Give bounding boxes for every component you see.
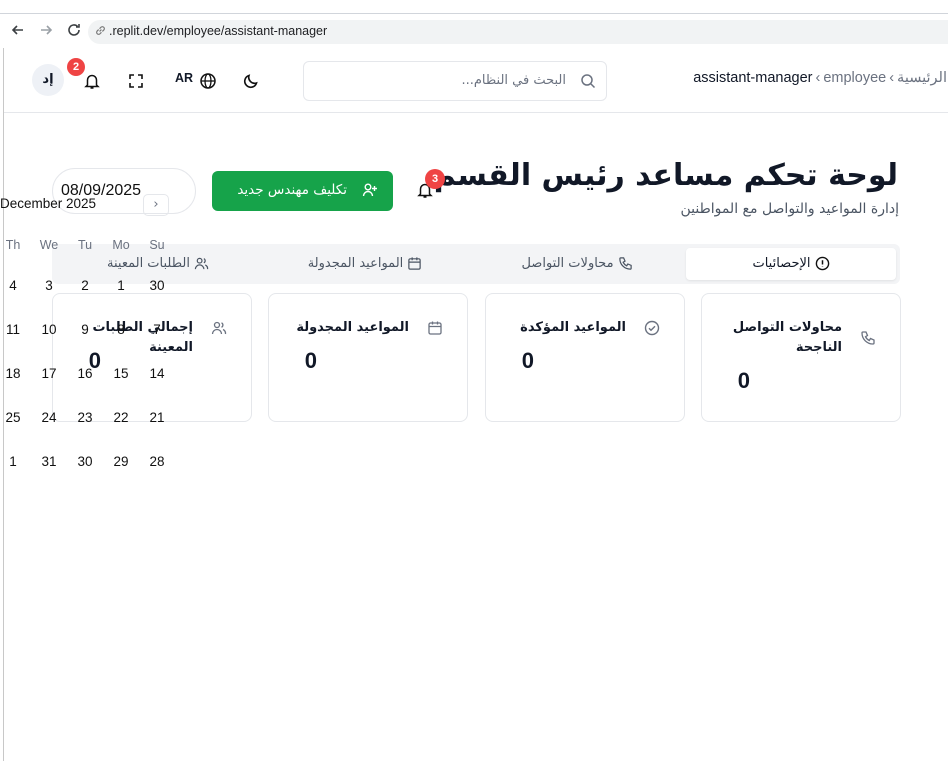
card-value: 0	[521, 348, 534, 373]
assign-engineer-label: تكليف مهندس جديد	[237, 182, 347, 198]
reload-icon[interactable]	[65, 22, 83, 40]
calendar-day[interactable]: 9	[70, 322, 100, 337]
stat-card-total-assigned: إجمالي الطلبات المعينة 0	[52, 293, 252, 422]
url-text: .replit.dev/employee/assistant-manager	[109, 24, 328, 38]
fullscreen-icon[interactable]	[127, 72, 145, 90]
assign-engineer-button[interactable]: تكليف مهندس جديد	[212, 171, 393, 211]
phone-icon	[860, 330, 876, 346]
moon-icon[interactable]	[242, 72, 260, 90]
weekday-label: Tu	[77, 238, 93, 252]
calendar-day[interactable]: 31	[34, 454, 64, 469]
tab-scheduled-appointments[interactable]: المواعيد المجدولة	[260, 248, 470, 280]
calendar-day[interactable]: 1	[106, 278, 136, 293]
users-icon	[194, 257, 209, 270]
calendar-day[interactable]: 10	[34, 322, 64, 337]
weekday-label: We	[39, 238, 59, 252]
calendar-day[interactable]: 2	[70, 278, 100, 293]
check-circle-icon	[644, 320, 660, 336]
app-window: assistant-manager ‹ employee ‹ الرئيسية البح…	[0, 48, 948, 761]
calendar-icon	[408, 257, 422, 270]
calendar-day[interactable]: 3	[34, 278, 64, 293]
link-icon	[94, 24, 108, 38]
forward-arrow-icon[interactable]	[37, 22, 55, 40]
breadcrumb-employee[interactable]: employee	[823, 70, 886, 86]
alert-circle-icon	[815, 256, 829, 271]
chevron-left-icon: ‹	[889, 70, 895, 86]
tab-statistics-label: الإحصائيات	[752, 256, 811, 271]
card-title: محاولات التواصل الناجحة	[732, 320, 842, 355]
calendar-month-label: December 2025	[0, 196, 97, 211]
search-input[interactable]: البحث في النظام...	[303, 61, 607, 101]
tab-statistics[interactable]: الإحصائيات	[686, 248, 896, 280]
tabs-list: الإحصائيات محاولات التواصل المواعيد المج…	[52, 244, 900, 284]
app-header: assistant-manager ‹ employee ‹ الرئيسية البح…	[4, 48, 948, 113]
back-arrow-icon[interactable]	[9, 22, 27, 40]
language-toggle[interactable]: AR	[175, 71, 193, 85]
tab-assigned-requests[interactable]: الطلبات المعينة	[58, 248, 258, 280]
avatar[interactable]: إد	[32, 64, 64, 96]
calendar-icon	[427, 320, 443, 336]
address-bar[interactable]: .replit.dev/employee/assistant-manager	[88, 20, 948, 44]
calendar-day[interactable]: 22	[106, 410, 136, 425]
browser-toolbar: .replit.dev/employee/assistant-manager	[0, 13, 948, 48]
chevron-left-icon: ‹	[815, 70, 821, 86]
calendar-day[interactable]: 8	[106, 322, 136, 337]
calendar-day[interactable]: 15	[106, 366, 136, 381]
tab-contact-attempts[interactable]: محاولات التواصل	[472, 248, 682, 280]
calendar-day[interactable]: 18	[0, 366, 28, 381]
calendar-day[interactable]: 17	[34, 366, 64, 381]
search-icon	[580, 73, 596, 89]
weekday-label: Mo	[112, 238, 130, 252]
tab-scheduled-appointments-label: المواعيد المجدولة	[307, 256, 404, 271]
alerts-badge: 3	[425, 169, 445, 189]
chevron-right-icon[interactable]: ›	[143, 194, 169, 216]
users-icon	[211, 320, 227, 336]
calendar-day[interactable]: 29	[106, 454, 136, 469]
breadcrumb-current: assistant-manager	[693, 70, 813, 86]
breadcrumb-home[interactable]: الرئيسية	[897, 70, 947, 86]
card-value: 0	[304, 348, 317, 373]
calendar-day[interactable]: 25	[0, 410, 28, 425]
calendar-day[interactable]: 1	[0, 454, 28, 469]
calendar-day[interactable]: 28	[142, 454, 172, 469]
calendar-day[interactable]: 21	[142, 410, 172, 425]
card-title: المواعيد المؤكدة	[520, 320, 626, 335]
weekday-label: Th	[5, 238, 21, 252]
notification-badge: 2	[67, 58, 85, 76]
search-placeholder: البحث في النظام...	[461, 73, 566, 88]
calendar-day[interactable]: 23	[70, 410, 100, 425]
globe-icon[interactable]	[199, 72, 217, 90]
calendar-day[interactable]: 30	[142, 278, 172, 293]
calendar-day[interactable]: 4	[0, 278, 28, 293]
calendar-day[interactable]: 7	[142, 322, 172, 337]
stat-card-scheduled-appointments: المواعيد المجدولة 0	[268, 293, 468, 422]
tab-contact-attempts-label: محاولات التواصل	[521, 256, 614, 271]
weekday-label: Su	[149, 238, 165, 252]
page-subtitle: إدارة المواعيد والتواصل مع المواطنين	[680, 201, 899, 217]
card-value: 0	[737, 368, 750, 393]
calendar-day[interactable]: 14	[142, 366, 172, 381]
card-title: المواعيد المجدولة	[296, 320, 409, 335]
tab-assigned-requests-label: الطلبات المعينة	[107, 256, 190, 271]
user-plus-icon	[362, 182, 378, 198]
calendar-day[interactable]: 16	[70, 366, 100, 381]
bell-icon[interactable]	[83, 72, 101, 90]
phone-icon	[618, 257, 632, 270]
calendar-day[interactable]: 30	[70, 454, 100, 469]
calendar-day[interactable]: 24	[34, 410, 64, 425]
stat-card-confirmed-appointments: المواعيد المؤكدة 0	[485, 293, 685, 422]
stat-card-successful-contacts: محاولات التواصل الناجحة 0	[701, 293, 901, 422]
page-title: لوحة تحكم مساعد رئيس القسم	[433, 158, 898, 193]
breadcrumb: assistant-manager ‹ employee ‹ الرئيسية	[693, 70, 947, 86]
calendar-day[interactable]: 11	[0, 322, 28, 337]
